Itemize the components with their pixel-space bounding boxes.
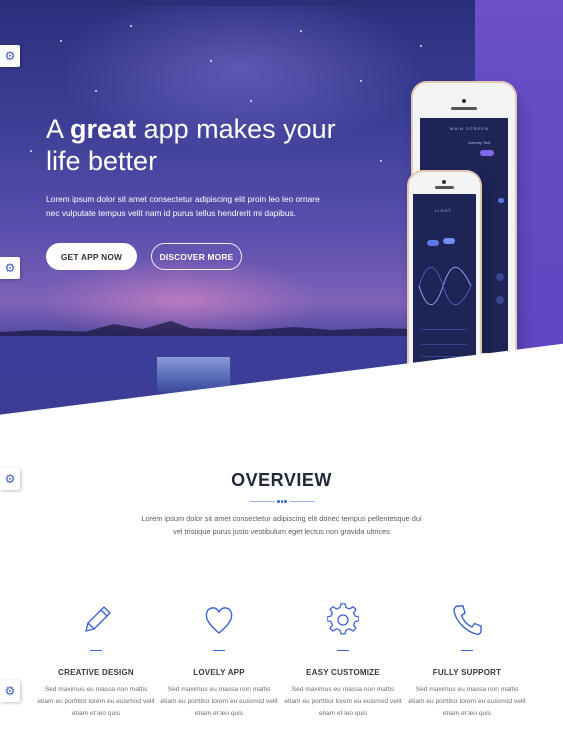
- screen-toggle: [480, 150, 494, 156]
- feature-title: CREATIVE DESIGN: [58, 668, 134, 677]
- heart-icon: [205, 607, 233, 634]
- screen-chip: [427, 240, 439, 246]
- settings-tab[interactable]: ⚙: [0, 257, 20, 279]
- overview-divider: [249, 501, 275, 502]
- get-app-now-button[interactable]: GET APP NOW: [46, 243, 137, 270]
- star: [420, 45, 422, 47]
- overview-divider: [289, 501, 315, 502]
- star: [30, 150, 32, 152]
- settings-tab[interactable]: ⚙: [0, 45, 20, 67]
- feature-fully-support: FULLY SUPPORT Sed maximus eu massa non m…: [407, 603, 527, 720]
- star: [130, 25, 132, 27]
- hero-title: A great app makes your life better: [46, 114, 336, 176]
- screen-wave-chart: [418, 266, 472, 306]
- gear-icon: ⚙: [4, 261, 16, 275]
- hero-section: A great app makes your life better Lorem…: [0, 0, 563, 420]
- pencil-icon: [85, 606, 111, 632]
- feature-dash: [213, 650, 225, 651]
- top-strip: [0, 0, 475, 6]
- feature-dash: [337, 650, 349, 651]
- star: [250, 100, 252, 102]
- phone-icon: [453, 605, 482, 635]
- overview-divider-dots: [277, 500, 288, 503]
- star: [210, 60, 212, 62]
- star: [360, 80, 362, 82]
- feature-creative-design: CREATIVE DESIGN Sed maximus eu massa non…: [36, 603, 156, 720]
- star: [380, 160, 382, 162]
- gear-icon: ⚙: [4, 49, 16, 63]
- feature-dash: [90, 650, 102, 651]
- screen-dot: [496, 296, 504, 304]
- hero-description: Lorem ipsum dolor sit amet consectetur a…: [46, 194, 320, 218]
- screen-title: LIGHT: [435, 208, 452, 213]
- star: [300, 30, 302, 32]
- phone-camera: [462, 99, 466, 103]
- phone-speaker: [451, 107, 477, 110]
- feature-text: Sed maximus eu massa non mattis etiam eu…: [160, 686, 278, 717]
- feature-dash: [461, 650, 473, 651]
- gear-icon: [327, 603, 359, 635]
- discover-more-button[interactable]: DISCOVER MORE: [151, 243, 242, 270]
- feature-title: FULLY SUPPORT: [432, 668, 502, 677]
- screen-chip: [443, 238, 455, 244]
- screen-divider: [421, 329, 467, 330]
- phone-camera: [442, 180, 446, 184]
- phone-screen: LIGHT: [413, 194, 476, 372]
- overview-title: OVERVIEW: [231, 470, 332, 490]
- screen-title: MAIN SCREEN: [450, 126, 489, 131]
- settings-tab[interactable]: ⚙: [0, 680, 20, 702]
- feature-text: Sed maximus eu massa non mattis etiam eu…: [408, 686, 526, 717]
- feature-easy-customize: EASY CUSTOMIZE Sed maximus eu massa non …: [283, 603, 403, 720]
- feature-text: Sed maximus eu massa non mattis etiam eu…: [284, 686, 402, 717]
- screen-label: Dummy Text: [468, 140, 491, 145]
- overview-description: Lorem ipsum dolor sit amet consectetur a…: [141, 514, 422, 536]
- feature-text: Sed maximus eu massa non mattis etiam eu…: [37, 686, 155, 717]
- star: [95, 90, 97, 92]
- phone-speaker: [435, 186, 454, 189]
- feature-title: EASY CUSTOMIZE: [306, 668, 380, 677]
- screen-dot: [496, 273, 504, 281]
- screen-chip: [498, 198, 504, 203]
- gear-icon: ⚙: [4, 684, 16, 698]
- star: [60, 40, 62, 42]
- feature-title: LOVELY APP: [193, 668, 245, 677]
- screen-divider: [421, 344, 467, 345]
- feature-lovely-app: LOVELY APP Sed maximus eu massa non matt…: [159, 603, 279, 720]
